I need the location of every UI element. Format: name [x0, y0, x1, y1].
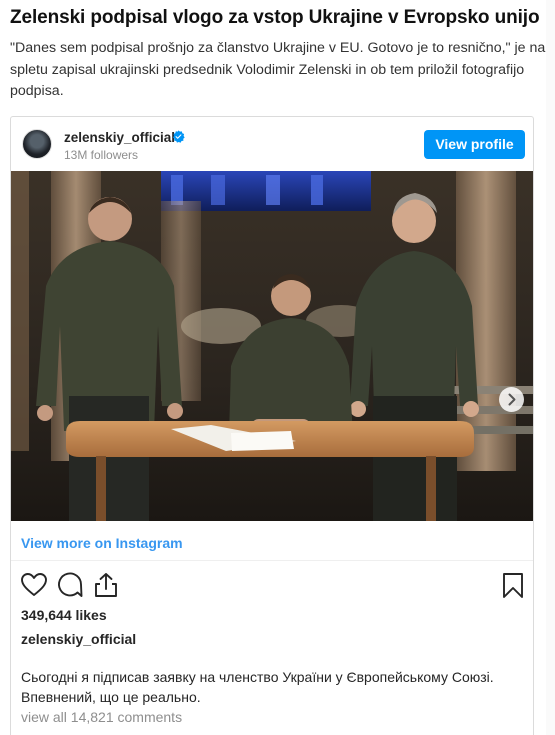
- share-icon[interactable]: [92, 571, 120, 599]
- avatar[interactable]: [22, 129, 52, 159]
- post-actions: [11, 571, 533, 601]
- instagram-embed: zelenskiy_official 13M followers View pr…: [10, 116, 534, 735]
- post-photo-image: [11, 171, 533, 521]
- article-lede: "Danes sem podpisal prošnjo za članstvo …: [10, 40, 546, 99]
- view-more-on-instagram-link[interactable]: View more on Instagram: [21, 535, 183, 551]
- post-photo[interactable]: [11, 171, 533, 521]
- page: Zelenski podpisal vlogo za vstop Ukrajin…: [0, 0, 555, 735]
- bookmark-icon[interactable]: [499, 571, 527, 599]
- article-headline: Zelenski podpisal vlogo za vstop Ukrajin…: [10, 7, 540, 28]
- likes-count: 349,644 likes: [21, 607, 107, 623]
- post-caption: Сьогодні я підписав заявку на членство У…: [21, 669, 494, 705]
- scroll-gutter: [546, 0, 555, 735]
- view-profile-button[interactable]: View profile: [424, 130, 525, 159]
- divider: [11, 560, 533, 561]
- verified-badge-icon: [172, 130, 185, 143]
- chevron-right-icon: [508, 393, 516, 406]
- embed-header: zelenskiy_official 13M followers View pr…: [11, 117, 533, 171]
- embed-username[interactable]: zelenskiy_official: [64, 130, 175, 145]
- embed-followers: 13M followers: [64, 148, 139, 162]
- heart-icon[interactable]: [20, 571, 48, 599]
- comment-bubble-icon[interactable]: [56, 571, 84, 599]
- view-all-comments-link[interactable]: view all 14,821 comments: [21, 709, 182, 725]
- caption-author[interactable]: zelenskiy_official: [21, 631, 136, 647]
- carousel-next-button[interactable]: [499, 387, 524, 412]
